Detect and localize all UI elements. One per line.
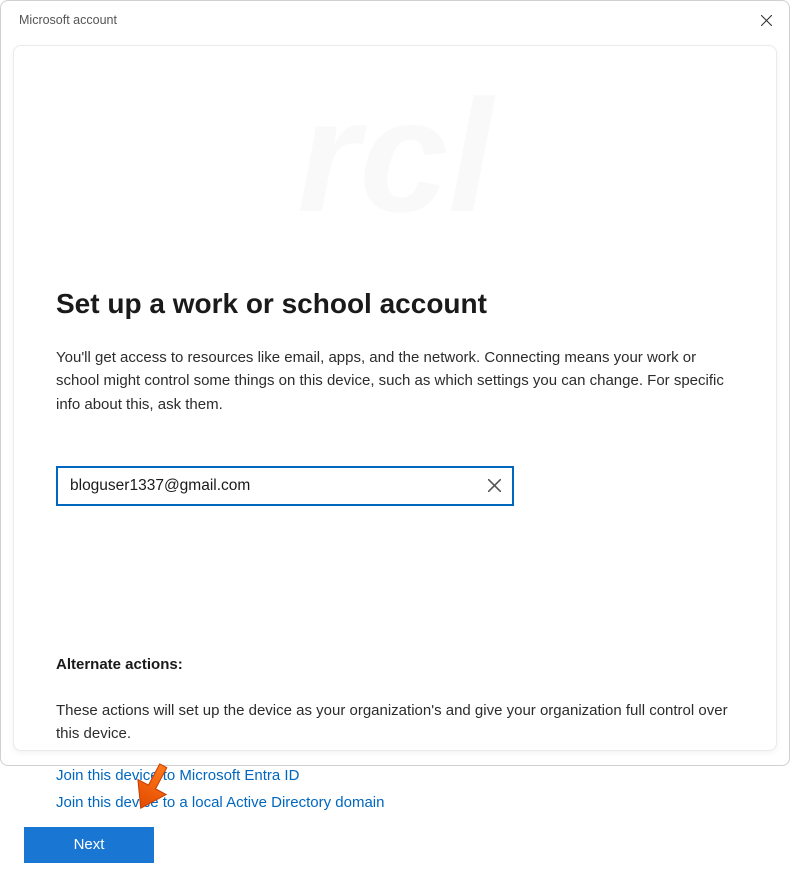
dialog-window: Microsoft account rcl Set up a work or s… [0,0,790,766]
link-join-entra-id[interactable]: Join this device to Microsoft Entra ID [56,767,299,784]
close-icon [761,15,772,26]
clear-input-button[interactable] [482,474,506,498]
content-card: rcl Set up a work or school account You'… [13,45,777,751]
alternate-actions-description: These actions will set up the device as … [56,699,734,746]
link-join-ad-domain[interactable]: Join this device to a local Active Direc… [56,794,384,811]
alternate-actions-heading: Alternate actions: [56,656,734,673]
titlebar: Microsoft account [1,1,789,39]
next-button[interactable]: Next [24,827,154,863]
page-description: You'll get access to resources like emai… [56,346,734,416]
clear-icon [488,479,501,492]
email-field[interactable] [56,466,514,506]
email-input-wrapper [56,466,514,506]
page-title: Set up a work or school account [56,288,734,320]
window-title: Microsoft account [19,13,117,27]
watermark: rcl [56,64,734,248]
close-button[interactable] [743,1,789,39]
